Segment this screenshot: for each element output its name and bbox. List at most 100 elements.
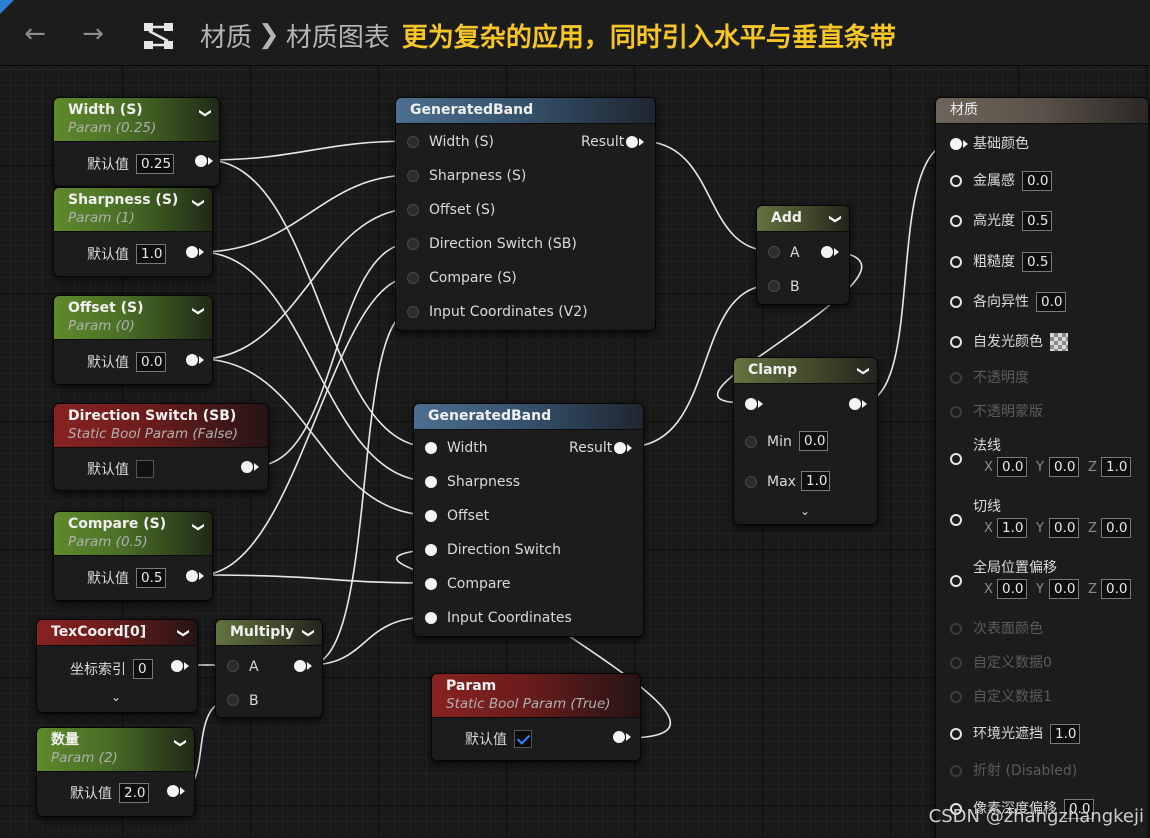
- output-pin[interactable]: [186, 570, 198, 582]
- chevron-down-icon[interactable]: ❯: [192, 522, 206, 532]
- input-pin-tangent[interactable]: [950, 514, 962, 526]
- generated-band-node-2[interactable]: GeneratedBand Width Result Sharpness Off…: [413, 403, 644, 637]
- input-pin-world-position-offset[interactable]: [950, 575, 962, 587]
- value-input[interactable]: 0: [133, 659, 153, 679]
- bool-checkbox[interactable]: [136, 460, 154, 478]
- min-value-input[interactable]: 0.0: [799, 431, 828, 451]
- input-pin-anisotropy[interactable]: [950, 296, 962, 308]
- material-result-node[interactable]: 材质 基础颜色 金属感 0.0 高光度 0.5 粗糙度 0.5 各向异性 0.0…: [935, 97, 1149, 838]
- output-pin[interactable]: [614, 442, 626, 454]
- chevron-down-icon[interactable]: ❯: [192, 198, 206, 208]
- compare-param-node[interactable]: Compare (S) Param (0.5) ❯ 默认值 0.5: [53, 511, 213, 601]
- output-pin[interactable]: [613, 731, 625, 743]
- specular-input[interactable]: 0.5: [1022, 211, 1052, 231]
- output-pin[interactable]: [849, 398, 861, 410]
- input-pin-base-color[interactable]: [950, 138, 962, 150]
- output-pin[interactable]: [186, 246, 198, 258]
- scalar-param-node[interactable]: 数量 Param (2) ❯ 默认值 2.0: [36, 727, 195, 817]
- forward-arrow-icon[interactable]: →: [78, 21, 108, 47]
- value-input[interactable]: 2.0: [119, 783, 149, 803]
- emissive-color-swatch[interactable]: [1050, 333, 1068, 351]
- roughness-input[interactable]: 0.5: [1022, 252, 1052, 272]
- output-pin[interactable]: [186, 354, 198, 366]
- chevron-down-icon[interactable]: ❯: [199, 108, 213, 118]
- wpo-z-input[interactable]: 0.0: [1101, 579, 1131, 599]
- normal-x-input[interactable]: 0.0: [997, 457, 1027, 477]
- output-pin[interactable]: [167, 785, 179, 797]
- chevron-down-icon[interactable]: ❯: [302, 628, 316, 638]
- offset-param-node[interactable]: Offset (S) Param (0) ❯ 默认值 0.0: [53, 295, 213, 385]
- input-pin-a[interactable]: [227, 660, 239, 672]
- value-input[interactable]: 0.0: [136, 352, 166, 372]
- input-pin-roughness[interactable]: [950, 256, 962, 268]
- input-pin-ambient-occlusion[interactable]: [950, 728, 962, 740]
- value-input[interactable]: 0.25: [136, 154, 174, 174]
- metallic-input[interactable]: 0.0: [1022, 171, 1052, 191]
- anisotropy-input[interactable]: 0.0: [1036, 292, 1066, 312]
- expand-chevron-icon[interactable]: ⌄: [800, 502, 810, 520]
- clamp-node[interactable]: Clamp ❯ Min 0.0 Max 1.0 ⌄: [733, 357, 878, 525]
- input-pin-direction[interactable]: [407, 238, 419, 250]
- input-pin-max[interactable]: [745, 476, 757, 488]
- chevron-down-icon[interactable]: ❯: [177, 628, 191, 638]
- sharpness-param-node[interactable]: Sharpness (S) Param (1) ❯ 默认值 1.0: [53, 187, 213, 277]
- texcoord-node[interactable]: TexCoord[0] ❯ 坐标索引 0 ⌄: [36, 619, 198, 713]
- input-pin-offset[interactable]: [407, 204, 419, 216]
- input-pin-direction[interactable]: [425, 544, 437, 556]
- input-pin-refraction[interactable]: [950, 765, 962, 777]
- max-value-input[interactable]: 1.0: [801, 471, 830, 491]
- output-pin[interactable]: [195, 155, 207, 167]
- normal-y-input[interactable]: 0.0: [1049, 457, 1079, 477]
- input-pin-opacity-mask[interactable]: [950, 406, 962, 418]
- input-pin-metallic[interactable]: [950, 175, 962, 187]
- input-pin-b[interactable]: [768, 280, 780, 292]
- breadcrumb-current[interactable]: 材质图表: [286, 17, 390, 54]
- ao-input[interactable]: 1.0: [1050, 724, 1080, 744]
- chevron-down-icon[interactable]: ❯: [857, 366, 871, 376]
- value-input[interactable]: 0.5: [136, 568, 166, 588]
- input-pin-width[interactable]: [425, 442, 437, 454]
- tangent-z-input[interactable]: 0.0: [1101, 518, 1131, 538]
- bool-checkbox[interactable]: [514, 730, 532, 748]
- input-pin-sharpness[interactable]: [425, 476, 437, 488]
- output-pin[interactable]: [241, 461, 253, 473]
- input-pin-min[interactable]: [745, 436, 757, 448]
- normal-z-input[interactable]: 1.0: [1101, 457, 1131, 477]
- back-arrow-icon[interactable]: ←: [20, 21, 50, 47]
- input-pin-offset[interactable]: [425, 510, 437, 522]
- input-pin-width[interactable]: [407, 136, 419, 148]
- input-pin-compare[interactable]: [425, 578, 437, 590]
- input-pin-compare[interactable]: [407, 272, 419, 284]
- input-pin-coordinates[interactable]: [407, 306, 419, 318]
- width-param-node[interactable]: Width (S) Param (0.25) ❯ 默认值 0.25: [53, 97, 220, 187]
- input-pin[interactable]: [745, 398, 757, 410]
- multiply-node[interactable]: Multiply ❯ A B: [215, 619, 323, 718]
- input-pin-b[interactable]: [227, 694, 239, 706]
- add-node[interactable]: Add ❯ A B: [756, 205, 850, 305]
- output-pin[interactable]: [294, 660, 306, 672]
- tangent-y-input[interactable]: 0.0: [1049, 518, 1079, 538]
- chevron-down-icon[interactable]: ❯: [192, 306, 206, 316]
- generated-band-node-1[interactable]: GeneratedBand Width (S) Result Sharpness…: [395, 97, 656, 331]
- static-bool-param-node[interactable]: Param Static Bool Param (True) 默认值: [431, 673, 641, 761]
- input-pin-opacity[interactable]: [950, 372, 962, 384]
- tangent-x-input[interactable]: 1.0: [997, 518, 1027, 538]
- input-pin-coordinates[interactable]: [425, 612, 437, 624]
- output-pin[interactable]: [171, 660, 183, 672]
- breadcrumb-root[interactable]: 材质: [200, 17, 252, 54]
- chevron-down-icon[interactable]: ❯: [174, 738, 188, 748]
- output-pin[interactable]: [626, 136, 638, 148]
- input-pin-normal[interactable]: [950, 453, 962, 465]
- input-pin-custom1[interactable]: [950, 691, 962, 703]
- input-pin-specular[interactable]: [950, 215, 962, 227]
- chevron-down-icon[interactable]: ❯: [829, 214, 843, 224]
- output-pin[interactable]: [821, 246, 833, 258]
- wpo-x-input[interactable]: 0.0: [997, 579, 1027, 599]
- expand-chevron-icon[interactable]: ⌄: [111, 688, 121, 706]
- input-pin-custom0[interactable]: [950, 657, 962, 669]
- input-pin-a[interactable]: [768, 246, 780, 258]
- direction-switch-param-node[interactable]: Direction Switch (SB) Static Bool Param …: [53, 403, 269, 491]
- value-input[interactable]: 1.0: [136, 244, 166, 264]
- input-pin-emissive[interactable]: [950, 336, 962, 348]
- wpo-y-input[interactable]: 0.0: [1049, 579, 1079, 599]
